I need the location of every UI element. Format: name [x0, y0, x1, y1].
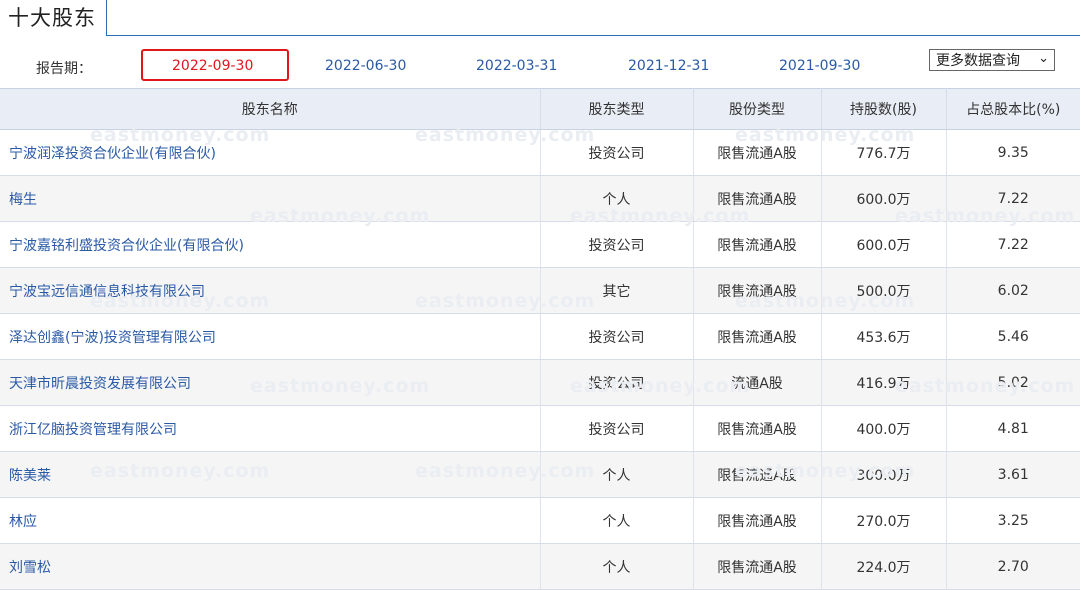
share-type-cell: 限售流通A股	[693, 543, 822, 590]
holder-type-cell: 个人	[540, 497, 694, 544]
shares-cell: 453.6万	[821, 313, 947, 360]
share-type-cell: 限售流通A股	[693, 497, 822, 544]
header-ratio: 占总股本比(%)	[946, 88, 1080, 130]
holder-name-link[interactable]: 宁波嘉铭利盛投资合伙企业(有限合伙)	[0, 221, 541, 268]
page-title: 十大股东	[8, 6, 96, 30]
share-type-cell: 限售流通A股	[693, 221, 822, 268]
share-type-cell: 限售流通A股	[693, 313, 822, 360]
ratio-cell: 4.81	[946, 405, 1080, 452]
period-date-2022-09-30[interactable]: 2022-09-30	[172, 58, 253, 74]
period-date-2021-09-30[interactable]: 2021-09-30	[779, 58, 860, 74]
holder-type-cell: 个人	[540, 543, 694, 590]
more-data-label: 更多数据查询	[936, 53, 1020, 69]
title-underline	[106, 35, 1080, 36]
share-type-cell: 限售流通A股	[693, 451, 822, 498]
report-period-label: 报告期：	[36, 61, 92, 77]
period-date-2022-03-31[interactable]: 2022-03-31	[476, 58, 557, 74]
holder-type-cell: 个人	[540, 175, 694, 222]
share-type-cell: 流通A股	[693, 359, 822, 406]
holder-type-cell: 投资公司	[540, 405, 694, 452]
shares-cell: 270.0万	[821, 497, 947, 544]
top-ten-holders-table: 股东名称 股东类型 股份类型 持股数(股) 占总股本比(%) 宁波润泽投资合伙企…	[0, 88, 1080, 590]
holder-name-link[interactable]: 宁波润泽投资合伙企业(有限合伙)	[0, 129, 541, 176]
ratio-cell: 5.46	[946, 313, 1080, 360]
table-row: 林应 个人 限售流通A股 270.0万 3.25	[0, 497, 1080, 544]
shares-cell: 500.0万	[821, 267, 947, 314]
table-row: 浙江亿脑投资管理有限公司 投资公司 限售流通A股 400.0万 4.81	[0, 405, 1080, 452]
ratio-cell: 9.35	[946, 129, 1080, 176]
table-row: 宁波润泽投资合伙企业(有限合伙) 投资公司 限售流通A股 776.7万 9.35	[0, 129, 1080, 176]
ratio-cell: 5.02	[946, 359, 1080, 406]
header-holder-type: 股东类型	[540, 88, 694, 130]
share-type-cell: 限售流通A股	[693, 405, 822, 452]
holder-name-link[interactable]: 刘雪松	[0, 543, 541, 590]
shares-cell: 600.0万	[821, 175, 947, 222]
holder-name-link[interactable]: 泽达创鑫(宁波)投资管理有限公司	[0, 313, 541, 360]
holder-type-cell: 个人	[540, 451, 694, 498]
ratio-cell: 3.25	[946, 497, 1080, 544]
table-row: 宁波嘉铭利盛投资合伙企业(有限合伙) 投资公司 限售流通A股 600.0万 7.…	[0, 221, 1080, 268]
holder-name-link[interactable]: 天津市昕晨投资发展有限公司	[0, 359, 541, 406]
ratio-cell: 3.61	[946, 451, 1080, 498]
holder-name-link[interactable]: 宁波宝远信通信息科技有限公司	[0, 267, 541, 314]
header-shares: 持股数(股)	[821, 88, 947, 130]
shares-cell: 416.9万	[821, 359, 947, 406]
holder-type-cell: 投资公司	[540, 313, 694, 360]
holder-type-cell: 投资公司	[540, 359, 694, 406]
ratio-cell: 7.22	[946, 175, 1080, 222]
ratio-cell: 6.02	[946, 267, 1080, 314]
table-row: 泽达创鑫(宁波)投资管理有限公司 投资公司 限售流通A股 453.6万 5.46	[0, 313, 1080, 360]
shares-cell: 776.7万	[821, 129, 947, 176]
ratio-cell: 2.70	[946, 543, 1080, 590]
period-date-2021-12-31[interactable]: 2021-12-31	[628, 58, 709, 74]
share-type-cell: 限售流通A股	[693, 175, 822, 222]
holder-type-cell: 其它	[540, 267, 694, 314]
ratio-cell: 7.22	[946, 221, 1080, 268]
more-data-select[interactable]: 更多数据查询 ⌄	[929, 49, 1055, 71]
holder-type-cell: 投资公司	[540, 221, 694, 268]
report-period-bar: 报告期： 2022-09-30 2022-06-30 2022-03-31 20…	[0, 42, 1080, 88]
section-title-bar: 十大股东	[0, 0, 1080, 38]
table-row: 刘雪松 个人 限售流通A股 224.0万 2.70	[0, 543, 1080, 590]
table-row: 梅生 个人 限售流通A股 600.0万 7.22	[0, 175, 1080, 222]
holder-name-link[interactable]: 陈美莱	[0, 451, 541, 498]
table-row: 宁波宝远信通信息科技有限公司 其它 限售流通A股 500.0万 6.02	[0, 267, 1080, 314]
shares-cell: 600.0万	[821, 221, 947, 268]
table-header-row: 股东名称 股东类型 股份类型 持股数(股) 占总股本比(%)	[0, 88, 1080, 130]
share-type-cell: 限售流通A股	[693, 267, 822, 314]
header-holder-name: 股东名称	[0, 88, 541, 130]
chevron-down-icon: ⌄	[1038, 51, 1049, 66]
holder-name-link[interactable]: 林应	[0, 497, 541, 544]
section-tab: 十大股东	[0, 0, 107, 36]
shares-cell: 300.0万	[821, 451, 947, 498]
table-row: 陈美莱 个人 限售流通A股 300.0万 3.61	[0, 451, 1080, 498]
header-share-type: 股份类型	[693, 88, 822, 130]
share-type-cell: 限售流通A股	[693, 129, 822, 176]
holder-name-link[interactable]: 梅生	[0, 175, 541, 222]
table-row: 天津市昕晨投资发展有限公司 投资公司 流通A股 416.9万 5.02	[0, 359, 1080, 406]
shares-cell: 224.0万	[821, 543, 947, 590]
shares-cell: 400.0万	[821, 405, 947, 452]
table-body: 宁波润泽投资合伙企业(有限合伙) 投资公司 限售流通A股 776.7万 9.35…	[0, 129, 1080, 590]
holder-name-link[interactable]: 浙江亿脑投资管理有限公司	[0, 405, 541, 452]
holder-type-cell: 投资公司	[540, 129, 694, 176]
period-date-2022-06-30[interactable]: 2022-06-30	[325, 58, 406, 74]
